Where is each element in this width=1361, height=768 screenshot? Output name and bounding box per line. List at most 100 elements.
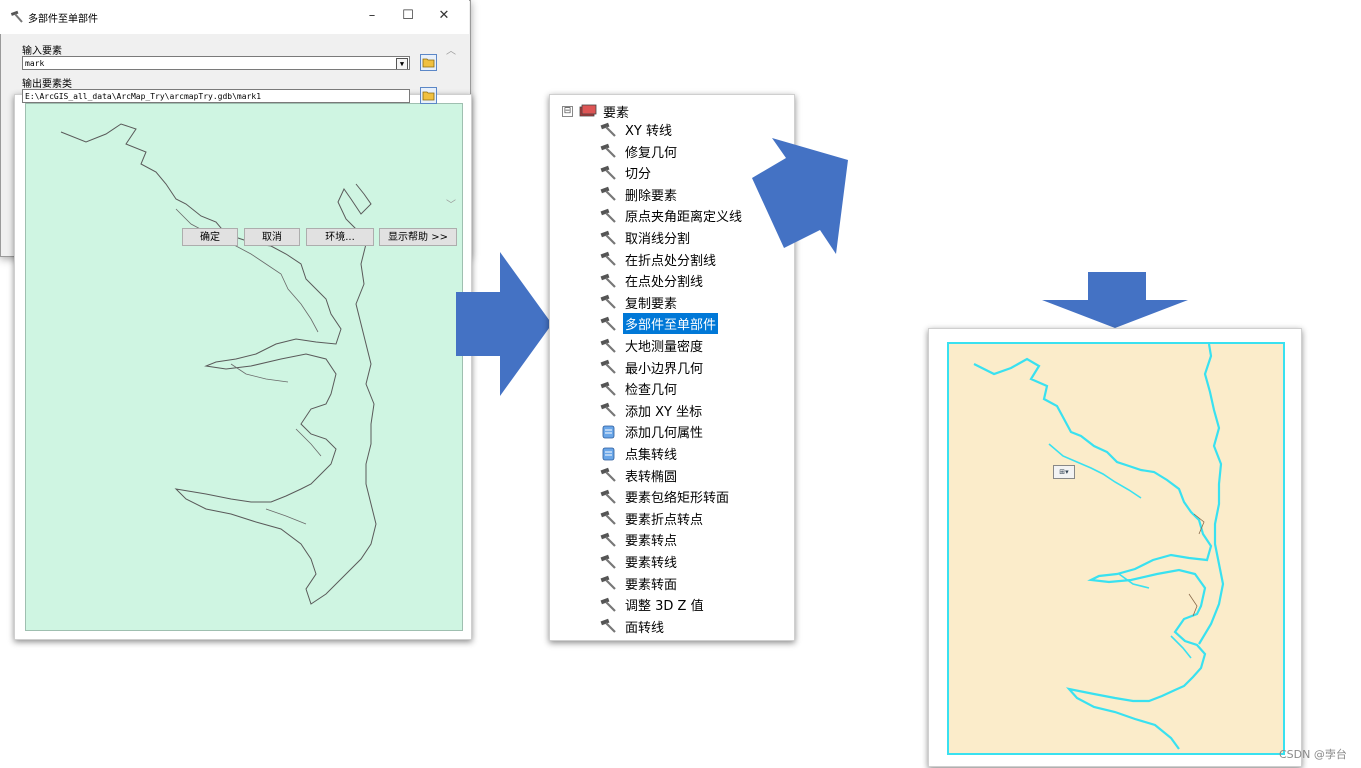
arrow-up-right — [752, 138, 848, 254]
hammer-icon — [600, 143, 616, 158]
script-icon — [602, 425, 615, 439]
tree-item-label: 要素转点 — [625, 534, 678, 550]
hammer-icon — [10, 10, 23, 23]
tree-item-label: 调整 3D Z 值 — [625, 599, 704, 615]
tree-item-label: 要素转线 — [625, 556, 678, 571]
hammer-icon — [600, 381, 616, 396]
hammer-icon — [600, 359, 616, 374]
hammer-icon — [600, 122, 616, 137]
output-feature-class-input[interactable]: E:\ArcGIS_all_data\ArcMap_Try\arcmapTry.… — [22, 89, 410, 103]
scroll-up-icon[interactable]: ︿ — [446, 42, 456, 57]
tree-item-label: 在点处分割线 — [625, 275, 704, 291]
environments-button[interactable]: 环境... — [306, 228, 374, 246]
river-outline-shape — [60, 123, 377, 605]
arrow-right-1 — [456, 252, 552, 396]
tree-item-label: 要素转面 — [625, 577, 678, 593]
tree-item[interactable]: 修复几何 — [600, 141, 679, 162]
tree-item[interactable]: XY 转线 — [600, 119, 674, 140]
tree-item[interactable]: 要素折点转点 — [600, 508, 705, 529]
identify-result-icon[interactable]: ⊞▾ — [1053, 465, 1075, 479]
tree-item[interactable]: 在点处分割线 — [600, 270, 705, 291]
scroll-down-icon[interactable]: ﹀ — [446, 196, 456, 211]
ok-button[interactable]: 确定 — [182, 228, 238, 246]
tree-item-label: 修复几何 — [625, 145, 678, 161]
tree-item[interactable]: 添加 XY 坐标 — [600, 400, 704, 421]
output-feature-class-value: E:\ArcGIS_all_data\ArcMap_Try\arcmapTry.… — [25, 92, 262, 101]
tree-item[interactable]: 切分 — [600, 162, 653, 183]
hammer-icon — [600, 316, 616, 331]
hammer-icon — [600, 575, 616, 590]
arrow-down — [1042, 272, 1188, 328]
tree-item[interactable]: 要素包络矩形转面 — [600, 486, 731, 507]
tree-item-label: 检查几何 — [625, 383, 678, 399]
tree-item[interactable]: 取消线分割 — [600, 227, 692, 248]
input-features-label: 输入要素 — [22, 46, 62, 57]
hammer-icon — [600, 273, 616, 288]
dropdown-arrow-icon[interactable]: ▼ — [396, 58, 408, 69]
folder-icon — [422, 91, 435, 101]
tree-item-label: 要素折点转点 — [625, 512, 704, 528]
tree-root-features[interactable]: ⊟ 要素 — [562, 101, 629, 121]
tree-item[interactable]: 在折点处分割线 — [600, 249, 718, 270]
minimize-button[interactable]: – — [362, 8, 382, 23]
tree-item[interactable]: 调整 3D Z 值 — [600, 594, 706, 615]
hammer-icon — [600, 467, 616, 482]
hammer-icon — [600, 619, 616, 634]
hammer-icon — [600, 338, 616, 353]
tree-item-label: 在折点处分割线 — [625, 253, 717, 269]
cancel-button[interactable]: 取消 — [244, 228, 300, 246]
output-map-panel — [928, 328, 1302, 767]
browse-input-button[interactable] — [420, 54, 437, 71]
tree-item-label: 添加 XY 坐标 — [625, 404, 703, 420]
tree-item-label: 点集转线 — [625, 448, 678, 463]
browse-output-button[interactable] — [420, 87, 437, 104]
tree-item[interactable]: 复制要素 — [600, 292, 679, 313]
input-features-dropdown[interactable]: mark ▼ — [22, 56, 410, 70]
tree-item[interactable]: 检查几何 — [600, 378, 679, 399]
map-page — [947, 342, 1285, 755]
tree-root-label: 要素 — [603, 105, 630, 121]
input-features-value: mark — [25, 59, 45, 68]
tree-item[interactable]: 表转椭圆 — [600, 465, 679, 486]
hammer-icon — [600, 187, 616, 202]
input-map-panel — [14, 94, 472, 640]
tree-item-label: 添加几何属性 — [625, 426, 704, 442]
hammer-icon — [600, 251, 616, 266]
tree-item-label: 取消线分割 — [625, 232, 691, 247]
tree-item-label: 原点夹角距离定义线 — [625, 210, 743, 226]
hammer-icon — [600, 511, 616, 526]
tree-item[interactable]: 面转线 — [600, 616, 666, 637]
map-page — [25, 103, 463, 631]
tree-item-label: 大地测量密度 — [625, 340, 704, 355]
tree-item[interactable]: 点集转线 — [600, 443, 679, 464]
tree-item-label: 表转椭圆 — [625, 469, 678, 485]
hammer-icon — [600, 597, 616, 612]
hammer-icon — [600, 489, 616, 504]
tree-item[interactable]: 要素转点 — [600, 529, 679, 550]
tree-item[interactable]: 要素转面 — [600, 573, 679, 594]
maximize-button[interactable]: ☐ — [398, 8, 418, 23]
tree-item[interactable]: 原点夹角距离定义线 — [600, 205, 744, 226]
show-help-button[interactable]: 显示帮助 >> — [379, 228, 457, 246]
output-feature-class-label: 输出要素类 — [22, 79, 72, 90]
folder-icon — [422, 58, 435, 68]
tree-item[interactable]: 要素转线 — [600, 551, 679, 572]
dialog-title: 多部件至单部件 — [28, 13, 98, 25]
collapse-icon[interactable]: ⊟ — [562, 105, 573, 117]
tree-item-label: 最小边界几何 — [625, 361, 704, 377]
hammer-icon — [600, 295, 616, 310]
dialog-titlebar[interactable]: 多部件至单部件 – ☐ ✕ — [0, 0, 469, 34]
hammer-icon — [600, 403, 616, 418]
tree-item-label: 复制要素 — [625, 296, 678, 312]
tree-item[interactable]: 多部件至单部件 — [600, 313, 719, 335]
tree-item-label: 多部件至单部件 — [623, 313, 719, 335]
close-button[interactable]: ✕ — [434, 8, 454, 23]
hammer-icon — [600, 208, 616, 223]
tree-item[interactable]: 添加几何属性 — [600, 421, 705, 442]
tree-item[interactable]: 大地测量密度 — [600, 335, 705, 356]
hammer-icon — [600, 165, 616, 180]
tree-item[interactable]: 删除要素 — [600, 184, 679, 205]
river-outline-shape — [973, 343, 1225, 750]
tree-item[interactable]: 最小边界几何 — [600, 357, 705, 378]
tree-item-label: 面转线 — [625, 620, 665, 636]
